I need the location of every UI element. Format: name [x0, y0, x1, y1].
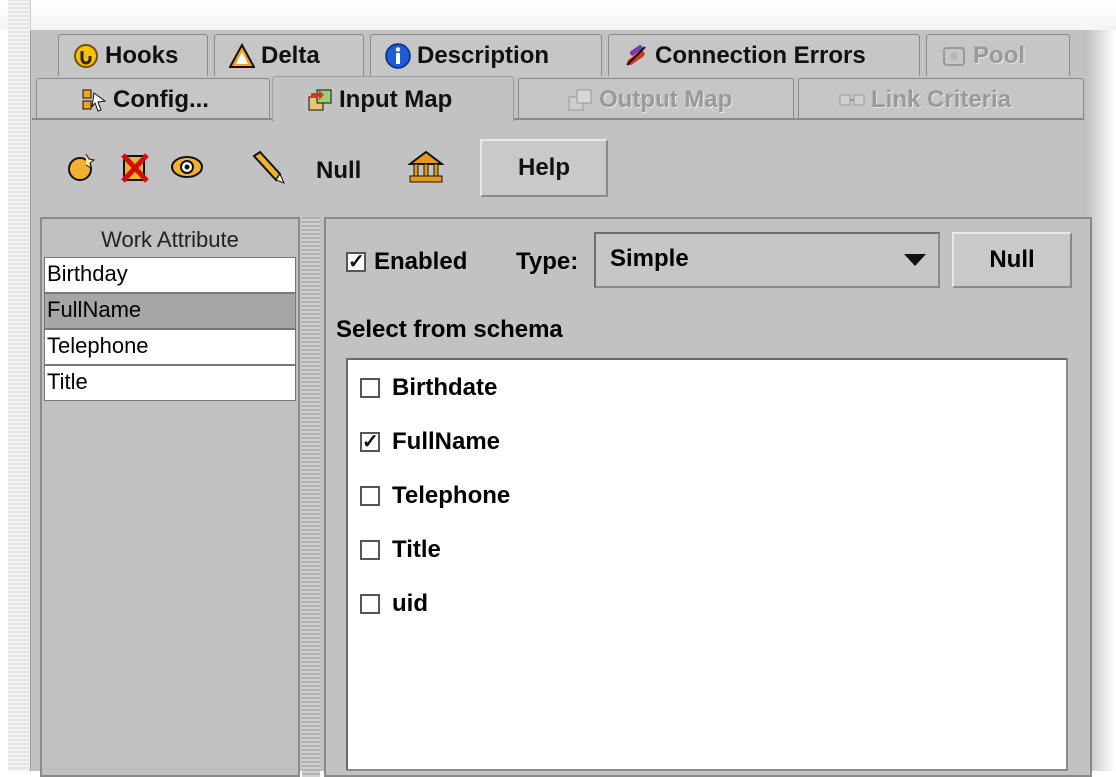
tab-label: Connection Errors: [655, 41, 866, 69]
checkbox-checked-icon: ✓: [360, 431, 380, 453]
schema-item-label: FullName: [392, 428, 501, 455]
schema-item-label: Birthdate: [392, 374, 498, 401]
broken-connection-icon: [626, 44, 646, 66]
view-icon[interactable]: [170, 150, 204, 184]
checkbox-unchecked-icon: [360, 378, 380, 398]
work-attribute-list: Work Attribute Birthday FullName Telepho…: [40, 217, 300, 777]
tab-description[interactable]: Description: [370, 34, 602, 76]
schema-item-label: Title: [392, 536, 441, 563]
schema-item-fullname[interactable]: ✓ FullName: [360, 428, 500, 456]
checkbox-unchecked-icon: [360, 486, 380, 506]
checkbox-unchecked-icon: [360, 594, 380, 614]
tab-link-criteria[interactable]: Link Criteria: [798, 78, 1084, 120]
enabled-label: Enabled: [374, 248, 468, 275]
window-top-fade: [0, 0, 1116, 30]
tab-output-map[interactable]: Output Map: [518, 78, 794, 120]
tab-pool[interactable]: Pool: [926, 34, 1070, 76]
tab-delta[interactable]: Delta: [214, 34, 364, 76]
list-item-fullname[interactable]: FullName: [44, 293, 296, 329]
link-criteria-icon: [839, 94, 865, 105]
list-item-telephone[interactable]: Telephone: [44, 329, 296, 365]
delete-attribute-icon[interactable]: [120, 150, 150, 184]
schema-item-uid[interactable]: uid: [360, 590, 428, 618]
tab-input-map[interactable]: Input Map: [272, 76, 514, 122]
list-item-title[interactable]: Title: [44, 365, 296, 401]
schema-item-label: Telephone: [392, 482, 511, 509]
tab-label: Description: [417, 41, 550, 69]
null-toolbar-button[interactable]: Null: [316, 157, 361, 185]
info-icon: [385, 42, 411, 69]
tab-label: Link Criteria: [871, 85, 1012, 113]
checkbox-unchecked-icon: [360, 540, 380, 560]
tab-underline: [32, 118, 1084, 120]
dropdown-arrow-icon: [904, 254, 926, 266]
checkbox-checked-icon: ✓: [346, 251, 366, 273]
tab-label: Hooks: [105, 41, 179, 69]
schema-item-birthdate[interactable]: Birthdate: [360, 374, 497, 402]
add-attribute-icon[interactable]: [66, 150, 96, 184]
type-dropdown[interactable]: Simple: [594, 232, 940, 288]
window-left-edge: [8, 0, 31, 771]
split-pane-divider[interactable]: [302, 217, 320, 777]
schema-item-title[interactable]: Title: [360, 536, 441, 564]
list-header: Work Attribute: [101, 227, 239, 252]
tab-label: Delta: [261, 41, 320, 69]
hook-icon: [74, 43, 98, 68]
schema-label: Select from schema: [336, 316, 563, 343]
enabled-checkbox[interactable]: ✓ Enabled: [346, 248, 467, 276]
input-map-icon: [308, 89, 332, 110]
tab-config[interactable]: Config...: [36, 78, 270, 120]
output-map-icon: [568, 89, 592, 110]
config-icon: [82, 89, 107, 112]
tab-connection-errors[interactable]: Connection Errors: [608, 34, 920, 76]
tab-label: Pool: [973, 41, 1025, 69]
warning-triangle-icon: [229, 42, 255, 68]
tab-hooks[interactable]: Hooks: [58, 34, 208, 76]
schema-item-label: uid: [392, 590, 428, 617]
list-item-birthday[interactable]: Birthday: [44, 257, 296, 293]
tab-label: Output Map: [599, 85, 733, 113]
null-button[interactable]: Null: [952, 232, 1072, 288]
pool-icon: [943, 46, 965, 66]
schema-list: Birthdate ✓ FullName Telephone Title uid: [346, 358, 1068, 771]
edit-pencil-icon[interactable]: [250, 150, 286, 184]
tab-label: Config...: [113, 85, 209, 113]
schema-icon[interactable]: [408, 150, 444, 184]
help-button[interactable]: Help: [480, 139, 608, 197]
type-label: Type:: [516, 248, 579, 275]
type-value: Simple: [610, 245, 689, 272]
schema-item-telephone[interactable]: Telephone: [360, 482, 510, 510]
tab-label: Input Map: [339, 85, 453, 113]
